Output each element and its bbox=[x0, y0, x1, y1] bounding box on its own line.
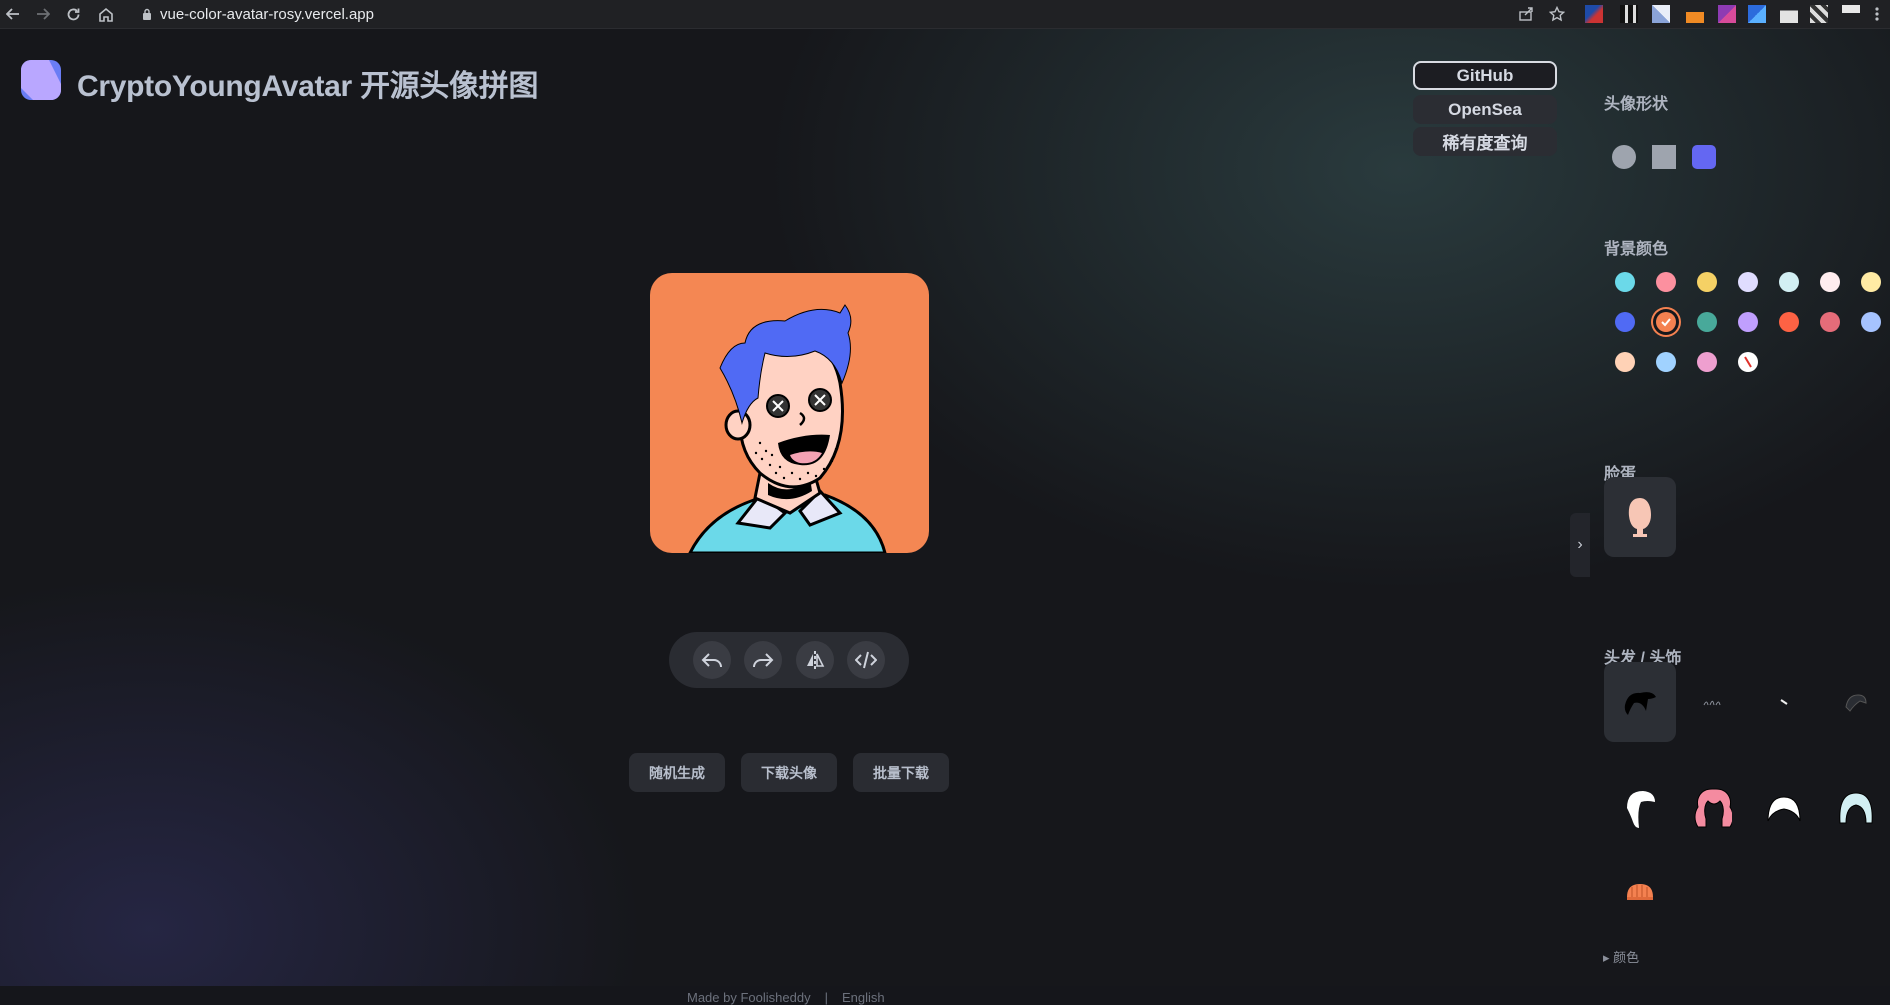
chevron-right-icon[interactable]: › bbox=[1570, 513, 1590, 577]
bg-color-swatch[interactable] bbox=[1656, 272, 1676, 292]
flip-icon[interactable] bbox=[795, 641, 834, 679]
check-icon bbox=[1661, 318, 1671, 327]
app-logo bbox=[21, 60, 61, 100]
shape-squircle-option[interactable] bbox=[1692, 145, 1716, 169]
code-icon[interactable] bbox=[847, 641, 886, 679]
browser-toolbar: vue-color-avatar-rosy.vercel.app bbox=[0, 0, 1890, 29]
hair-option[interactable] bbox=[1820, 769, 1890, 849]
bg-color-swatch[interactable] bbox=[1779, 312, 1799, 332]
bg-color-swatch[interactable] bbox=[1861, 272, 1881, 292]
shape-circle-option[interactable] bbox=[1612, 145, 1636, 169]
hair-option[interactable] bbox=[1748, 769, 1820, 849]
hair-option[interactable] bbox=[1676, 662, 1748, 742]
extension-icon[interactable] bbox=[1652, 5, 1670, 23]
bg-color-swatch[interactable] bbox=[1820, 272, 1840, 292]
hair-option[interactable] bbox=[1820, 662, 1890, 742]
bg-color-swatch[interactable] bbox=[1615, 312, 1635, 332]
hair-color-toggle[interactable]: ▸ 颜色 bbox=[1603, 947, 1639, 966]
reload-icon[interactable] bbox=[62, 3, 84, 25]
batch-download-button[interactable]: 批量下载 bbox=[853, 753, 949, 792]
bookmark-star-icon[interactable] bbox=[1548, 5, 1566, 23]
bg-color-swatch[interactable] bbox=[1615, 352, 1635, 372]
extension-icon[interactable] bbox=[1585, 5, 1603, 23]
footer-divider: | bbox=[824, 990, 828, 1005]
share-icon[interactable] bbox=[1517, 5, 1535, 23]
bg-color-swatch[interactable] bbox=[1656, 312, 1676, 332]
hair-color-label: 颜色 bbox=[1613, 950, 1640, 965]
forward-icon[interactable] bbox=[32, 3, 54, 25]
bg-color-swatch[interactable] bbox=[1738, 272, 1758, 292]
shape-square-option[interactable] bbox=[1652, 145, 1676, 169]
extension-icon[interactable] bbox=[1620, 5, 1638, 23]
bg-color-swatch[interactable] bbox=[1820, 312, 1840, 332]
bg-color-swatch[interactable] bbox=[1697, 312, 1717, 332]
no-color-icon bbox=[1744, 356, 1752, 368]
page-title: CryptoYoungAvatar 开源头像拼图 bbox=[77, 70, 539, 103]
shape-section-title: 头像形状 bbox=[1604, 96, 1669, 113]
bg-color-swatch[interactable] bbox=[1779, 272, 1799, 292]
lock-icon bbox=[143, 8, 151, 20]
made-by-link[interactable]: Made by Foolisheddy bbox=[687, 990, 811, 1005]
redo-icon[interactable] bbox=[744, 641, 783, 679]
hair-option[interactable] bbox=[1604, 851, 1676, 931]
home-icon[interactable] bbox=[95, 3, 117, 25]
extension-icon[interactable] bbox=[1780, 5, 1798, 23]
footer: Made by Foolisheddy | English bbox=[687, 990, 885, 1005]
bg-color-swatch[interactable] bbox=[1738, 352, 1758, 372]
bg-color-swatch[interactable] bbox=[1615, 272, 1635, 292]
face-option[interactable] bbox=[1604, 477, 1676, 557]
random-generate-button[interactable]: 随机生成 bbox=[629, 753, 725, 792]
extensions-icon[interactable] bbox=[1810, 5, 1828, 23]
bg-color-swatch[interactable] bbox=[1697, 352, 1717, 372]
menu-dots-icon[interactable] bbox=[1868, 5, 1886, 23]
undo-icon[interactable] bbox=[692, 641, 731, 679]
extension-icon[interactable] bbox=[1718, 5, 1736, 23]
hair-option[interactable] bbox=[1676, 769, 1748, 849]
page-content: CryptoYoungAvatar 开源头像拼图 GitHub OpenSea … bbox=[0, 29, 1890, 1005]
address-bar[interactable]: vue-color-avatar-rosy.vercel.app bbox=[128, 2, 1508, 26]
download-avatar-button[interactable]: 下载头像 bbox=[741, 753, 837, 792]
hair-option[interactable] bbox=[1748, 662, 1820, 742]
action-bar bbox=[669, 632, 909, 688]
hair-option[interactable] bbox=[1604, 662, 1676, 742]
back-icon[interactable] bbox=[2, 3, 24, 25]
url-text: vue-color-avatar-rosy.vercel.app bbox=[160, 5, 374, 23]
bg-color-section-title: 背景颜色 bbox=[1604, 241, 1669, 258]
rarity-query-link[interactable]: 稀有度查询 bbox=[1413, 127, 1557, 156]
bg-color-swatch[interactable] bbox=[1697, 272, 1717, 292]
extension-icon[interactable] bbox=[1748, 5, 1766, 23]
avatar-preview bbox=[650, 273, 929, 553]
extension-icon[interactable] bbox=[1842, 5, 1860, 23]
hair-option[interactable] bbox=[1604, 769, 1676, 849]
bg-color-swatch[interactable] bbox=[1738, 312, 1758, 332]
bg-color-swatch[interactable] bbox=[1861, 312, 1881, 332]
avatar-illustration bbox=[688, 304, 887, 553]
github-link[interactable]: GitHub bbox=[1413, 61, 1557, 90]
bg-color-swatch[interactable] bbox=[1656, 352, 1676, 372]
language-switch[interactable]: English bbox=[842, 990, 885, 1005]
opensea-link[interactable]: OpenSea bbox=[1413, 95, 1557, 124]
extension-icon[interactable] bbox=[1686, 5, 1704, 23]
